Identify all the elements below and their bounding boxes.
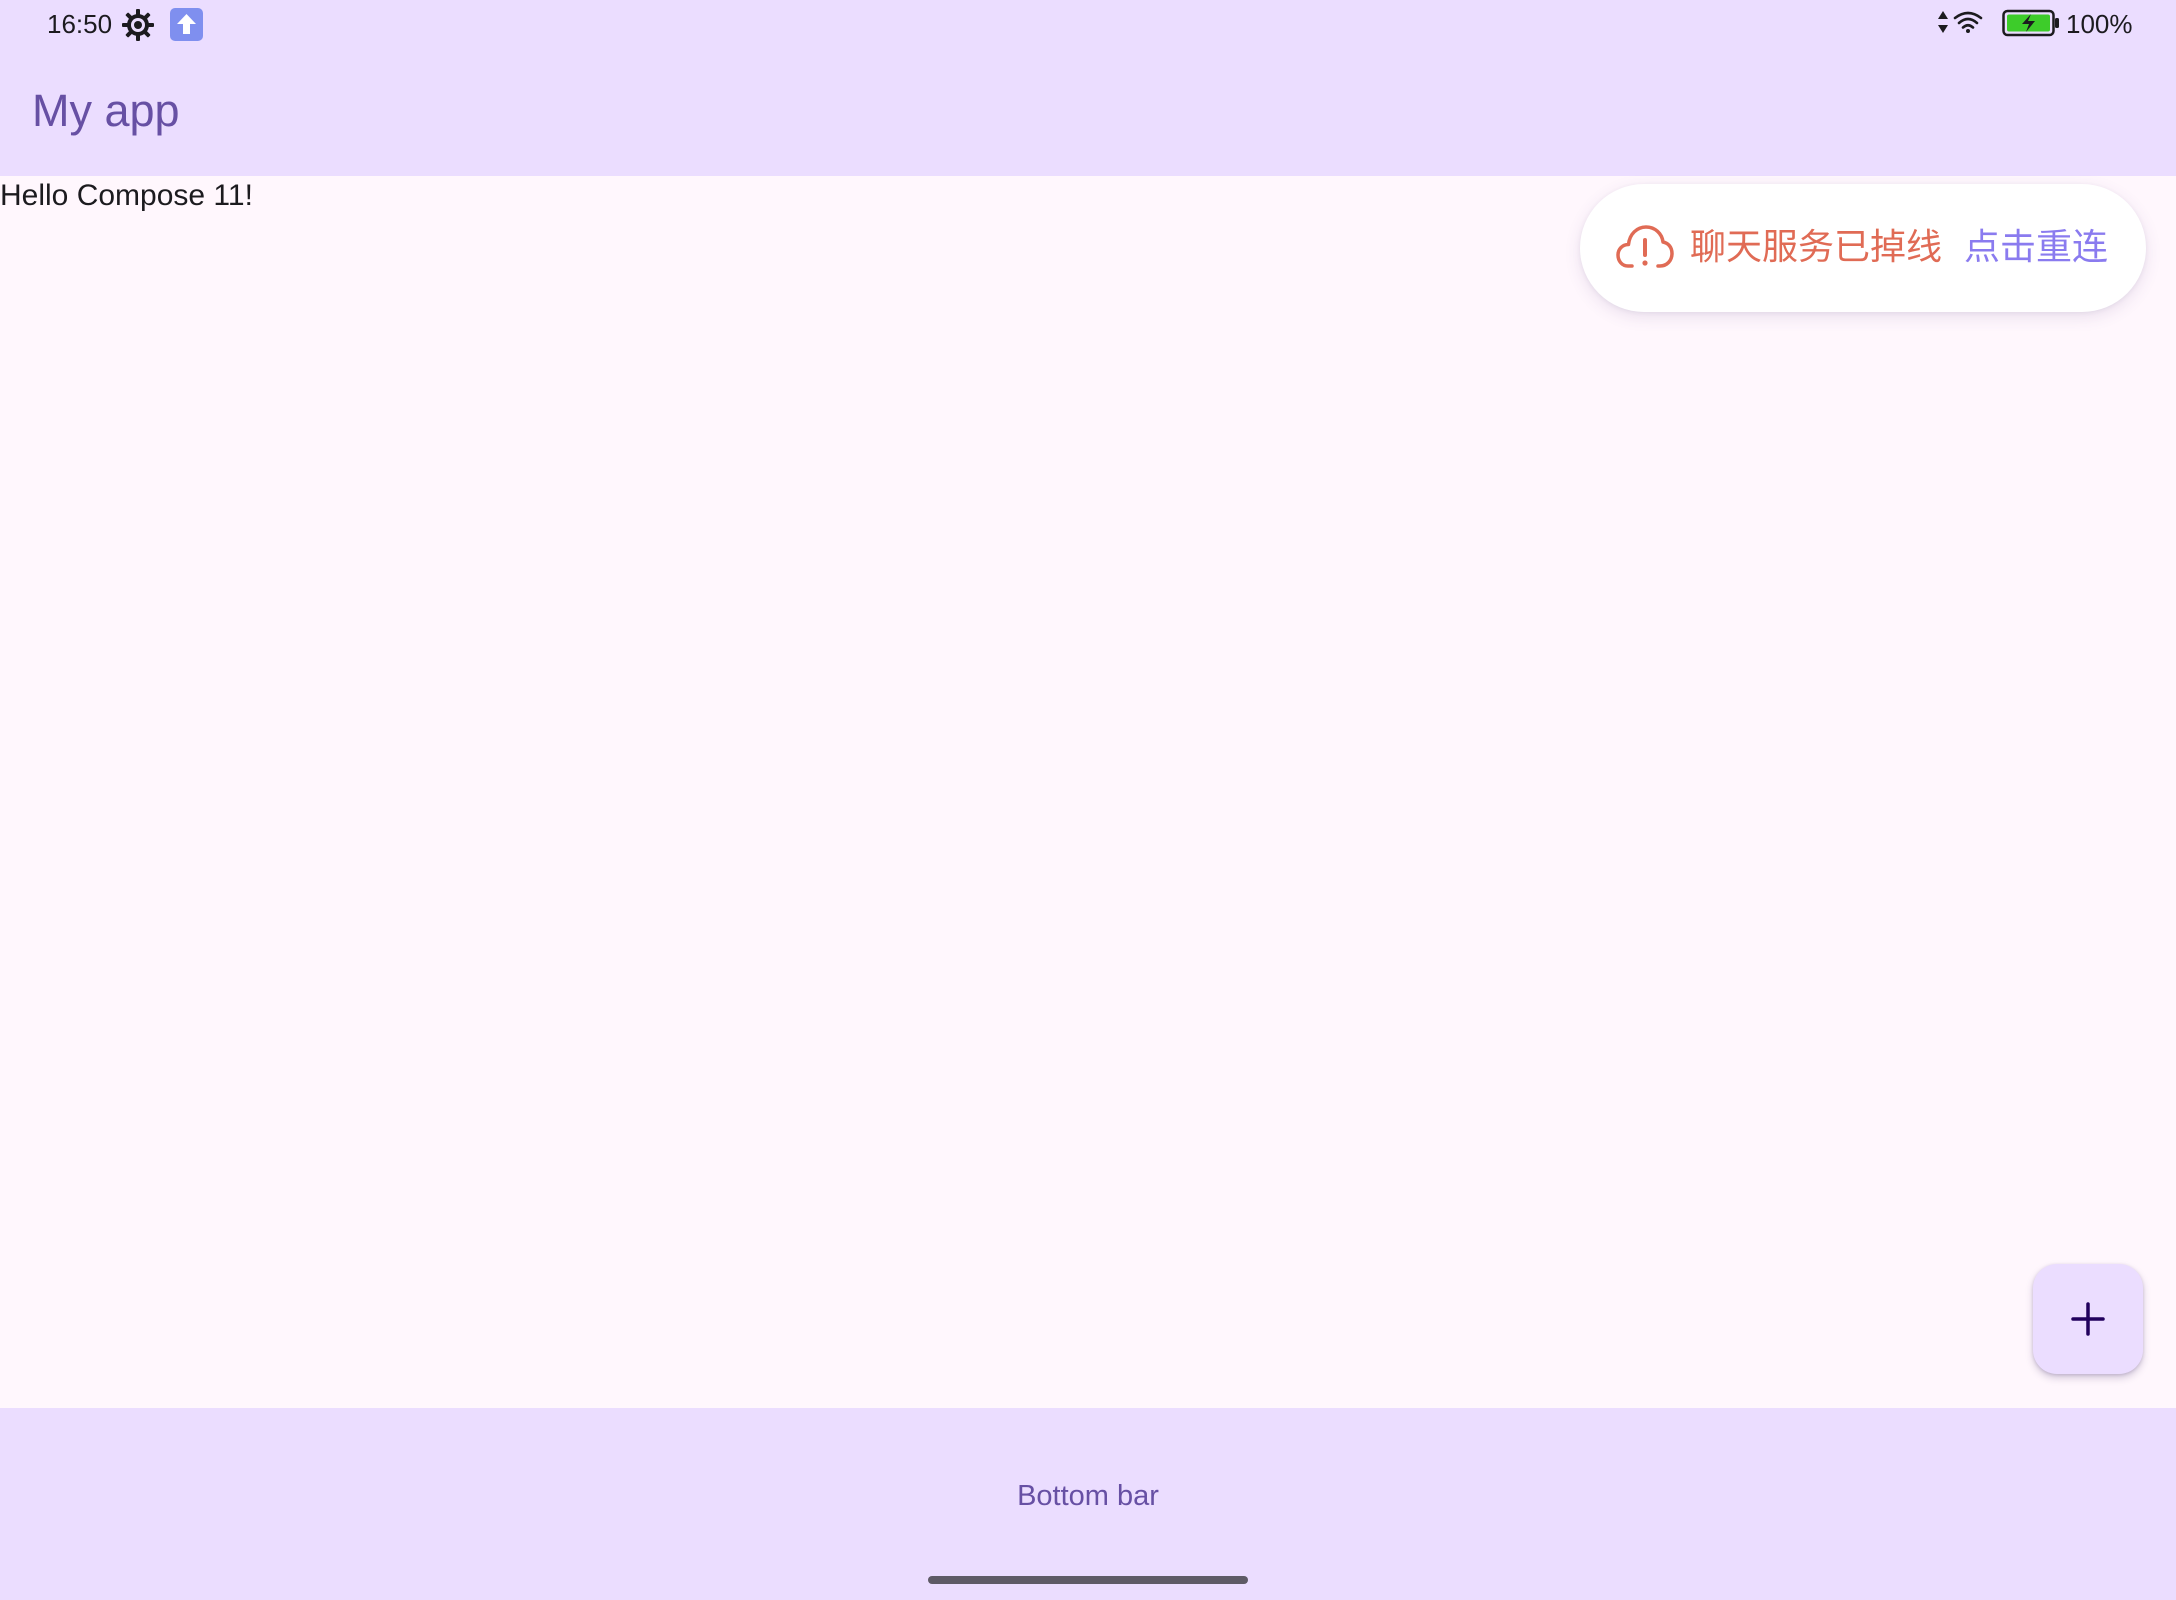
add-fab-button[interactable] [2033, 1264, 2143, 1374]
greeting-text: Hello Compose 11! [0, 179, 253, 212]
reconnect-link[interactable]: 点击重连 [1964, 224, 2108, 270]
wifi-icon [1953, 11, 1983, 33]
status-time: 16:50 [47, 9, 113, 39]
app-title: My app [32, 85, 180, 136]
settings-gear-icon [122, 9, 154, 41]
battery-percent: 100% [2066, 9, 2133, 39]
status-bar: 16:50 100% [0, 0, 2176, 48]
disconnect-message: 聊天服务已掉线 [1690, 226, 1943, 267]
battery-charging-icon [2002, 9, 2059, 37]
home-indicator[interactable] [928, 1576, 1248, 1584]
cloud-alert-icon [1616, 225, 1674, 268]
bottom-bar: Bottom bar [0, 1408, 2176, 1600]
connection-banner: 聊天服务已掉线 点击重连 [1580, 184, 2146, 312]
plus-icon [2071, 1302, 2105, 1336]
upload-arrow-icon [170, 8, 203, 41]
top-app-bar: My app [0, 48, 2176, 176]
signal-arrows-icon [1938, 11, 1948, 33]
bottom-bar-label: Bottom bar [1017, 1480, 1159, 1512]
